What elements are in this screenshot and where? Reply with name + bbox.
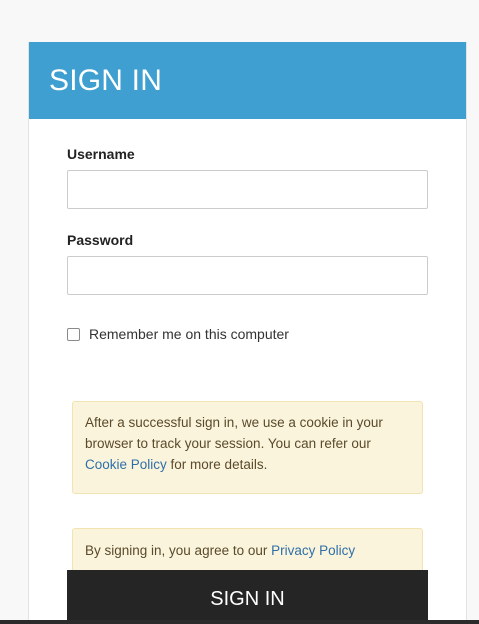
card-title: SIGN IN <box>49 63 163 97</box>
remember-me-checkbox[interactable] <box>67 327 80 341</box>
cookie-notice-text-before: After a successful sign in, we use a coo… <box>85 415 383 451</box>
signin-card: SIGN IN Username Password Remember me on… <box>28 42 467 624</box>
username-label: Username <box>67 146 135 162</box>
card-header: SIGN IN <box>29 42 466 119</box>
cookie-notice-text-after: for more details. <box>166 457 268 472</box>
password-input[interactable] <box>67 256 428 295</box>
privacy-notice: By signing in, you agree to our Privacy … <box>72 528 423 573</box>
cookie-policy-link[interactable]: Cookie Policy <box>85 457 167 472</box>
page: SIGN IN Username Password Remember me on… <box>0 0 479 624</box>
remember-me-label[interactable]: Remember me on this computer <box>89 326 289 342</box>
bottom-edge-bar <box>0 620 479 624</box>
cookie-notice: After a successful sign in, we use a coo… <box>72 401 423 494</box>
privacy-notice-text: By signing in, you agree to our <box>85 543 272 558</box>
signin-button[interactable]: SIGN IN <box>67 570 428 624</box>
remember-me-row[interactable]: Remember me on this computer <box>67 326 289 342</box>
privacy-policy-link[interactable]: Privacy Policy <box>271 543 355 558</box>
password-label: Password <box>67 232 134 248</box>
username-input[interactable] <box>67 170 428 209</box>
